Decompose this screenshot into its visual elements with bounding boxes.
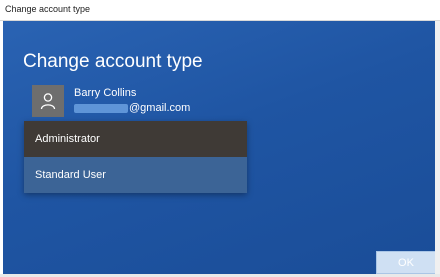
window-border-right [435,21,440,277]
user-email-domain: @gmail.com [129,102,191,114]
page-title: Change account type [23,51,203,72]
account-type-dropdown[interactable]: Administrator Standard User [24,121,247,193]
title-bar: Change account type [0,0,440,21]
ok-button[interactable]: OK [376,251,435,274]
option-standard-user[interactable]: Standard User [24,157,247,193]
user-name: Barry Collins [74,87,137,99]
option-administrator[interactable]: Administrator [24,121,247,157]
change-account-type-window: Change account type Change account type … [0,0,440,277]
user-email: @gmail.com [74,102,190,114]
redacted-email-prefix [74,103,128,113]
avatar [32,85,64,117]
ok-button-label: OK [398,257,414,269]
person-icon [40,93,56,110]
window-title: Change account type [5,4,91,14]
dialog-body: Change account type Barry Collins @gmail… [3,21,435,274]
